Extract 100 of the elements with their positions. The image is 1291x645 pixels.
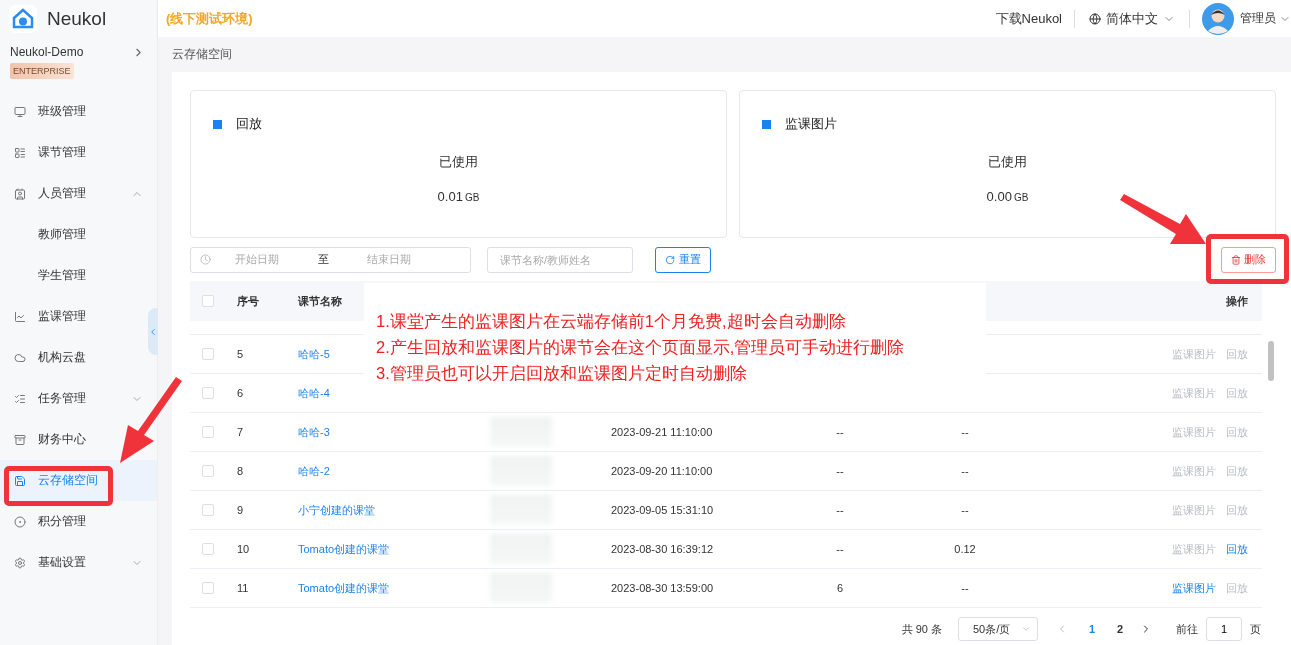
organization-name[interactable]: Neukol-Demo <box>10 45 84 59</box>
lesson-link[interactable]: 哈哈-2 <box>290 464 330 477</box>
annotation-text: 1.课堂产生的监课图片在云端存储前1个月免费,超时会自动删除 <box>376 311 847 332</box>
table-cell-text: 7 <box>236 426 245 438</box>
table-cell-text: 11 <box>236 582 250 594</box>
date-range-field[interactable]: 开始日期 至 结束日期 <box>190 246 471 273</box>
caret-icon <box>1021 624 1031 634</box>
sidebar-item[interactable]: 基础设置 <box>38 554 86 571</box>
trash-icon <box>1231 254 1241 265</box>
archive-icon <box>14 433 26 446</box>
table-cell-text: 0.12 <box>953 543 977 555</box>
checkbox[interactable] <box>202 348 214 360</box>
search-field[interactable]: 课节名称/教师姓名 <box>487 246 633 273</box>
table-cell-text: 2023-08-30 16:39:12 <box>610 543 715 555</box>
usage-value: 0.01GB <box>436 189 481 204</box>
sidebar-item[interactable]: 任务管理 <box>38 390 86 407</box>
plan-badge: ENTERPRISE <box>10 63 74 79</box>
column-header: 课节名称 <box>297 293 343 309</box>
table-cell-text: -- <box>835 543 845 555</box>
sidebar-item[interactable]: 机构云盘 <box>38 349 86 366</box>
page-button[interactable]: 1 <box>1078 623 1106 635</box>
usage-value: 0.00GB <box>985 189 1030 204</box>
avatar-icon[interactable] <box>1202 2 1234 35</box>
contact-card-icon <box>14 187 26 200</box>
goto-label: 前往 <box>1176 621 1198 637</box>
monitor-icon <box>14 105 26 118</box>
reset-button[interactable]: 重置 <box>655 246 711 273</box>
checkbox[interactable] <box>202 465 214 477</box>
table-cell-text: 10 <box>236 543 251 555</box>
scrollbar[interactable] <box>1268 341 1274 381</box>
table-cell-text: -- <box>960 582 970 594</box>
language-selector[interactable]: 简体中文 <box>1106 9 1158 28</box>
annotation-text: 2.产生回放和监课图片的课节会在这个页面显示,管理员可手动进行删除 <box>376 337 906 358</box>
usage-caption: 已使用 <box>987 153 1028 171</box>
checkbox[interactable] <box>202 543 214 555</box>
page-suffix: 页 <box>1250 621 1261 637</box>
cloud-icon <box>14 351 26 364</box>
delete-button[interactable]: 删除 <box>1221 246 1276 273</box>
table-cell-text: -- <box>960 426 970 438</box>
table-cell-text: 6 <box>835 582 845 594</box>
table-cell-text: -- <box>835 426 845 438</box>
total-count: 共 90 条 <box>901 621 942 637</box>
checkbox[interactable] <box>202 295 214 307</box>
table-cell-text: 9 <box>236 504 245 516</box>
lesson-link[interactable]: 小宁创建的课堂 <box>290 503 375 516</box>
lesson-link[interactable]: Tomato创建的课堂 <box>290 581 390 594</box>
clock-icon <box>200 254 211 265</box>
column-header: 序号 <box>236 293 260 309</box>
list-icon <box>14 146 26 159</box>
lesson-link[interactable]: 哈哈-5 <box>290 347 330 360</box>
page-size-select[interactable]: 50条/页 <box>958 617 1038 641</box>
table-cell-text: -- <box>835 504 845 516</box>
table-cell-text: 2023-09-05 15:31:10 <box>610 504 715 516</box>
breadcrumb: 云存储空间 <box>172 46 232 63</box>
logo-icon <box>9 4 37 33</box>
card-title: 回放 <box>236 115 262 133</box>
chevron-left-icon <box>148 326 158 337</box>
sidebar-item[interactable]: 监课管理 <box>38 308 86 325</box>
sidebar-item[interactable]: 云存储空间 <box>38 472 98 489</box>
sidebar-item[interactable]: 财务中心 <box>38 431 86 448</box>
column-header: 操作 <box>1225 293 1249 309</box>
table-cell-text: 2023-08-30 13:59:00 <box>610 582 715 594</box>
brand-name: Neukol <box>47 7 107 30</box>
sidebar-item[interactable]: 班级管理 <box>38 103 86 120</box>
download-link[interactable]: 下载Neukol <box>983 9 1074 28</box>
page-input[interactable]: 1 <box>1206 617 1242 641</box>
table-cell-text: 8 <box>236 465 245 477</box>
checkbox[interactable] <box>202 582 214 594</box>
table-cell-text: 2023-09-21 11:10:00 <box>610 426 714 438</box>
checkbox[interactable] <box>202 504 214 516</box>
lesson-link[interactable]: 哈哈-4 <box>290 386 330 399</box>
sidebar-item[interactable]: 积分管理 <box>38 513 86 530</box>
usage-caption: 已使用 <box>438 153 479 171</box>
lesson-link[interactable]: 哈哈-3 <box>290 425 330 438</box>
action-link[interactable]: 监课图片 <box>1172 580 1216 596</box>
page-button[interactable]: 2 <box>1106 623 1134 635</box>
table-cell-text: 6 <box>236 387 245 399</box>
sidebar-item[interactable]: 人员管理 <box>38 185 86 202</box>
table-cell-text: 5 <box>236 348 245 360</box>
user-name[interactable]: 管理员 <box>1240 10 1276 27</box>
sidebar-item[interactable]: 教师管理 <box>38 226 86 243</box>
table-cell-text: 2023-09-20 11:10:00 <box>610 465 714 477</box>
checklist-icon <box>14 392 26 405</box>
square-icon <box>213 119 222 129</box>
sidebar-item[interactable]: 学生管理 <box>38 267 86 284</box>
card-title: 监课图片 <box>785 115 837 133</box>
checkbox[interactable] <box>202 387 214 399</box>
globe-icon <box>1089 12 1101 25</box>
circle-dot-icon <box>14 515 26 528</box>
refresh-icon <box>665 254 675 265</box>
table-cell-text: -- <box>960 504 970 516</box>
table-cell-text: -- <box>960 465 970 477</box>
square-icon <box>762 119 771 129</box>
sidebar-item[interactable]: 课节管理 <box>38 144 86 161</box>
checkbox[interactable] <box>202 426 214 438</box>
gear-icon <box>14 556 26 569</box>
lesson-link[interactable]: Tomato创建的课堂 <box>290 542 390 555</box>
action-link[interactable]: 回放 <box>1226 541 1248 557</box>
collapse-tab[interactable] <box>148 308 158 355</box>
environment-label: (线下测试环境) <box>166 9 254 28</box>
